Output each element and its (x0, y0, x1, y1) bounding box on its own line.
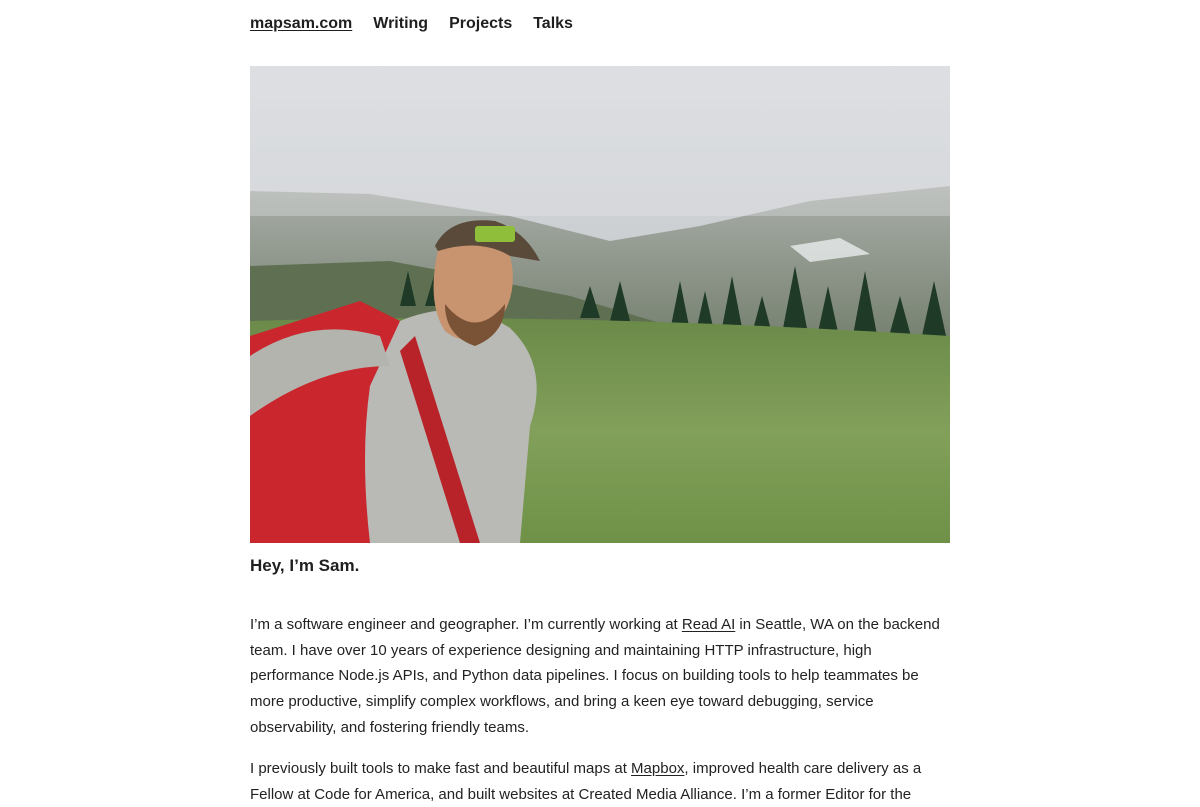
intro-p1-text-before: I’m a software engineer and geographer. … (250, 616, 682, 633)
nav-talks-link[interactable]: Talks (533, 15, 573, 33)
fog (250, 66, 950, 216)
page-container: mapsam.com Writing Projects Talks Hey, I… (250, 0, 950, 803)
top-nav: mapsam.com Writing Projects Talks (250, 0, 950, 48)
hero-photo-illustration (250, 66, 950, 543)
intro-heading: Hey, I’m Sam. (250, 556, 360, 575)
nav-home-link[interactable]: mapsam.com (250, 15, 352, 33)
read-ai-link[interactable]: Read AI (682, 616, 735, 633)
intro-p1-text-after: in Seattle, WA on the backend team. I ha… (250, 616, 940, 736)
intro-paragraph-1: I’m a software engineer and geographer. … (250, 612, 950, 741)
cap-patch (475, 226, 515, 242)
hero-photo (250, 66, 950, 543)
intro-p2-text-before: I previously built tools to make fast an… (250, 760, 632, 777)
nav-writing-link[interactable]: Writing (373, 15, 428, 33)
nav-projects-link[interactable]: Projects (449, 15, 512, 33)
intro-paragraph-2: I previously built tools to make fast an… (250, 756, 950, 807)
mapbox-link[interactable]: Mapbox (631, 760, 684, 777)
